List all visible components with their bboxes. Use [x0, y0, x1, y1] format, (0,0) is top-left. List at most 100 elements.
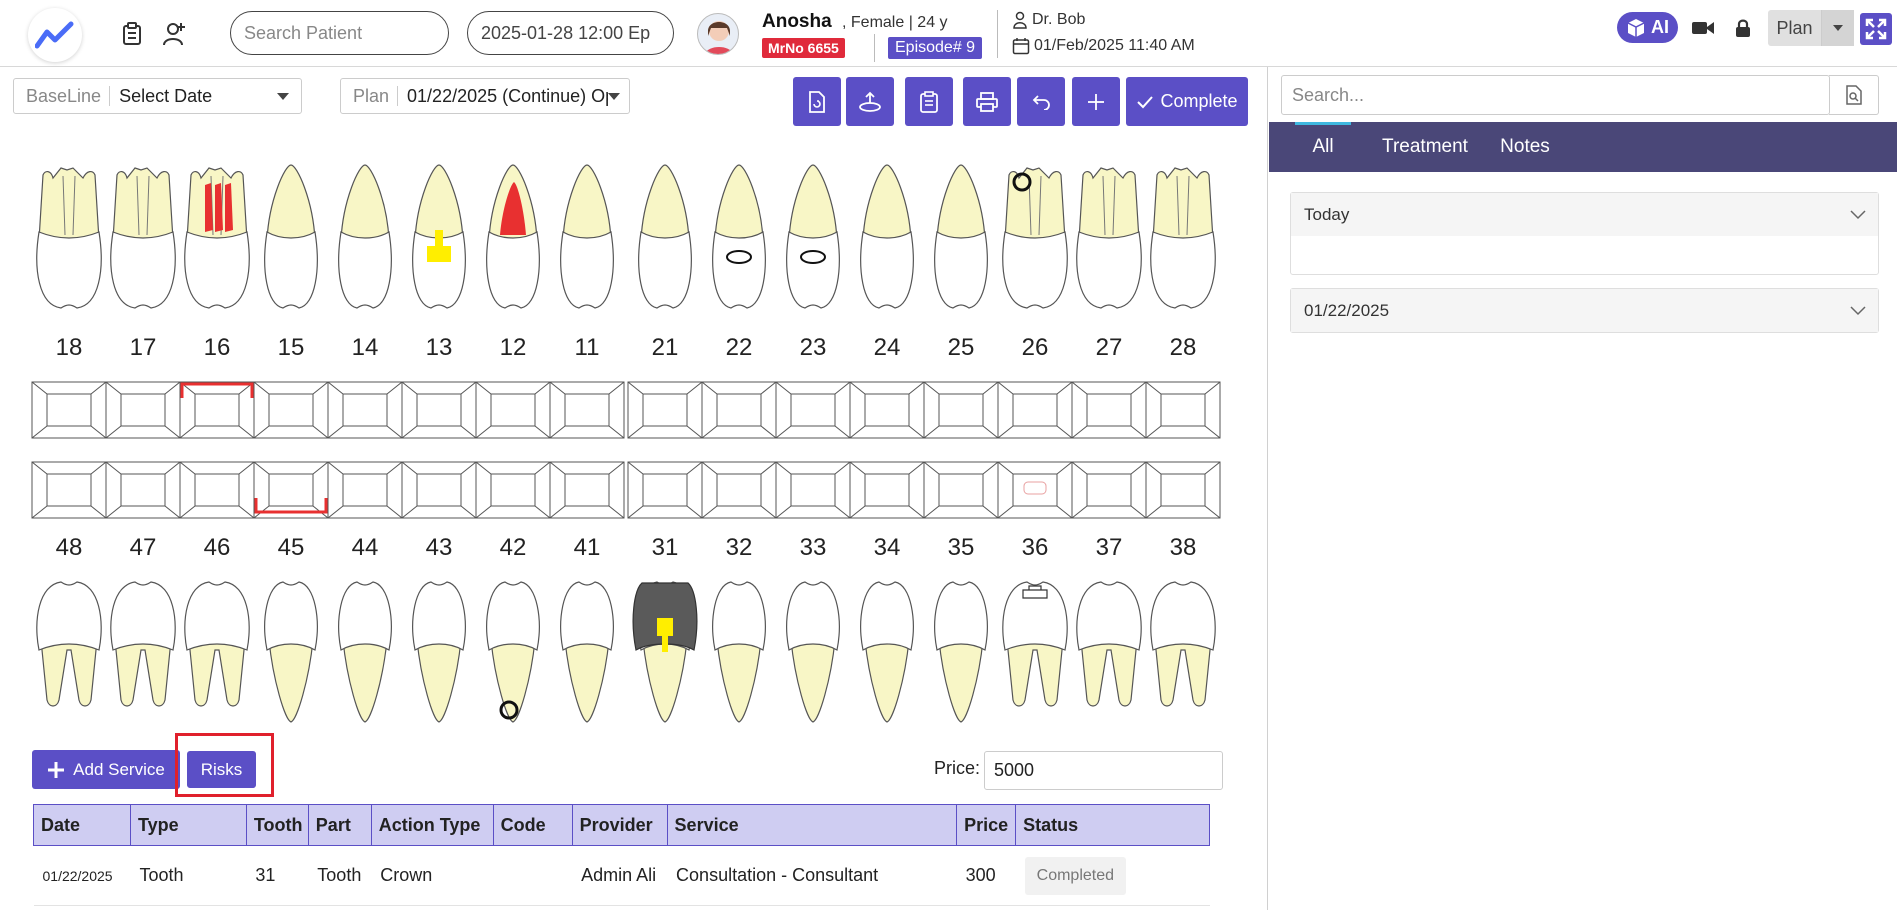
tooth-number[interactable]: 27	[1073, 334, 1145, 362]
tab-all[interactable]: All	[1295, 122, 1351, 172]
tooth-number[interactable]: 11	[551, 334, 623, 362]
accordion-header[interactable]: Today	[1291, 193, 1878, 236]
col-status[interactable]: Status	[1015, 804, 1210, 846]
lower-tooth[interactable]	[184, 581, 250, 707]
tab-treatment[interactable]: Treatment	[1367, 122, 1483, 172]
surface-box-upper[interactable]	[849, 381, 925, 439]
col-code[interactable]: Code	[492, 804, 573, 846]
video-icon[interactable]	[1689, 14, 1717, 42]
tooth-number[interactable]: 17	[107, 334, 179, 362]
table-row[interactable]: 01/22/2025 Tooth 31 Tooth Crown Admin Al…	[33, 845, 1210, 906]
col-price[interactable]: Price	[956, 804, 1017, 846]
fullscreen-button[interactable]	[1860, 13, 1892, 45]
tooth-number[interactable]: 13	[403, 334, 475, 362]
surface-box-upper[interactable]	[923, 381, 999, 439]
upper-tooth[interactable]	[1002, 167, 1068, 309]
upper-tooth[interactable]	[1150, 167, 1216, 309]
tooth-number[interactable]: 16	[181, 334, 253, 362]
surface-box-lower[interactable]	[401, 461, 477, 519]
surface-box-upper[interactable]	[627, 381, 703, 439]
tooth-number[interactable]: 14	[329, 334, 401, 362]
upper-tooth[interactable]	[712, 164, 766, 309]
surface-box-upper[interactable]	[31, 381, 107, 439]
tooth-number[interactable]: 38	[1147, 534, 1219, 562]
surface-box-upper[interactable]	[997, 381, 1073, 439]
add-service-button[interactable]: Add Service	[32, 750, 180, 789]
upper-tooth[interactable]	[860, 164, 914, 309]
lower-tooth[interactable]	[560, 581, 614, 723]
surface-box-lower[interactable]	[701, 461, 777, 519]
surface-box-lower[interactable]	[327, 461, 403, 519]
tooth-number[interactable]: 46	[181, 534, 253, 562]
tooth-number[interactable]: 36	[999, 534, 1071, 562]
col-part[interactable]: Part	[307, 804, 372, 846]
col-date[interactable]: Date	[33, 804, 131, 846]
upper-tooth[interactable]	[338, 164, 392, 309]
upper-tooth[interactable]	[36, 167, 102, 309]
status-badge[interactable]: Completed	[1024, 856, 1127, 895]
tooth-number[interactable]: 33	[777, 534, 849, 562]
upper-tooth[interactable]	[934, 164, 988, 309]
lower-tooth[interactable]	[934, 581, 988, 723]
upper-tooth[interactable]	[1076, 167, 1142, 309]
tooth-number[interactable]: 45	[255, 534, 327, 562]
search-button[interactable]	[1829, 75, 1879, 115]
surface-box-lower[interactable]	[627, 461, 703, 519]
surface-box-upper[interactable]	[775, 381, 851, 439]
tooth-number[interactable]: 23	[777, 334, 849, 362]
surface-box-lower[interactable]	[1145, 461, 1221, 519]
surface-box-upper[interactable]	[549, 381, 625, 439]
surface-box-lower[interactable]	[923, 461, 999, 519]
upper-tooth[interactable]	[638, 164, 692, 309]
upper-tooth[interactable]	[264, 164, 318, 309]
tooth-number[interactable]: 48	[33, 534, 105, 562]
lower-tooth[interactable]	[1150, 581, 1216, 707]
tooth-number[interactable]: 44	[329, 534, 401, 562]
tooth-number[interactable]: 43	[403, 534, 475, 562]
col-provider[interactable]: Provider	[571, 804, 668, 846]
surface-box-upper[interactable]	[701, 381, 777, 439]
tooth-number[interactable]: 35	[925, 534, 997, 562]
upper-tooth[interactable]	[560, 164, 614, 309]
surface-box-lower[interactable]	[105, 461, 181, 519]
lower-tooth[interactable]	[264, 581, 318, 723]
tooth-number[interactable]: 31	[629, 534, 701, 562]
col-service[interactable]: Service	[666, 804, 958, 846]
surface-box-upper[interactable]	[327, 381, 403, 439]
lower-tooth[interactable]	[412, 581, 466, 723]
surface-box-lower[interactable]	[849, 461, 925, 519]
tooth-number[interactable]: 12	[477, 334, 549, 362]
tooth-number[interactable]: 24	[851, 334, 923, 362]
price-input[interactable]: 5000	[984, 751, 1223, 790]
plan-dropdown-button[interactable]: Plan	[1768, 10, 1854, 46]
tooth-number[interactable]: 15	[255, 334, 327, 362]
surface-box-lower[interactable]	[997, 461, 1073, 519]
col-type[interactable]: Type	[129, 804, 247, 846]
surface-box-upper[interactable]	[401, 381, 477, 439]
surface-box-lower[interactable]	[475, 461, 551, 519]
tooth-number[interactable]: 47	[107, 534, 179, 562]
tooth-number[interactable]: 21	[629, 334, 701, 362]
surface-box-lower[interactable]	[253, 461, 329, 519]
surface-box-lower[interactable]	[775, 461, 851, 519]
surface-box-upper[interactable]	[105, 381, 181, 439]
tab-notes[interactable]: Notes	[1485, 122, 1565, 172]
lower-tooth[interactable]	[712, 581, 766, 723]
tooth-number[interactable]: 34	[851, 534, 923, 562]
upper-tooth[interactable]	[110, 167, 176, 309]
tooth-number[interactable]: 22	[703, 334, 775, 362]
lower-tooth[interactable]	[110, 581, 176, 707]
surface-box-upper[interactable]	[1145, 381, 1221, 439]
tooth-number[interactable]: 25	[925, 334, 997, 362]
lower-tooth[interactable]	[786, 581, 840, 723]
col-action-type[interactable]: Action Type	[370, 804, 494, 846]
lower-tooth[interactable]	[1076, 581, 1142, 707]
upper-tooth[interactable]	[786, 164, 840, 309]
lower-tooth[interactable]	[36, 581, 102, 707]
col-tooth[interactable]: Tooth	[245, 804, 309, 846]
tooth-number[interactable]: 32	[703, 534, 775, 562]
tooth-number[interactable]: 28	[1147, 334, 1219, 362]
surface-box-upper[interactable]	[253, 381, 329, 439]
lower-tooth[interactable]	[1002, 581, 1068, 707]
history-search-input[interactable]: Search...	[1281, 75, 1830, 115]
